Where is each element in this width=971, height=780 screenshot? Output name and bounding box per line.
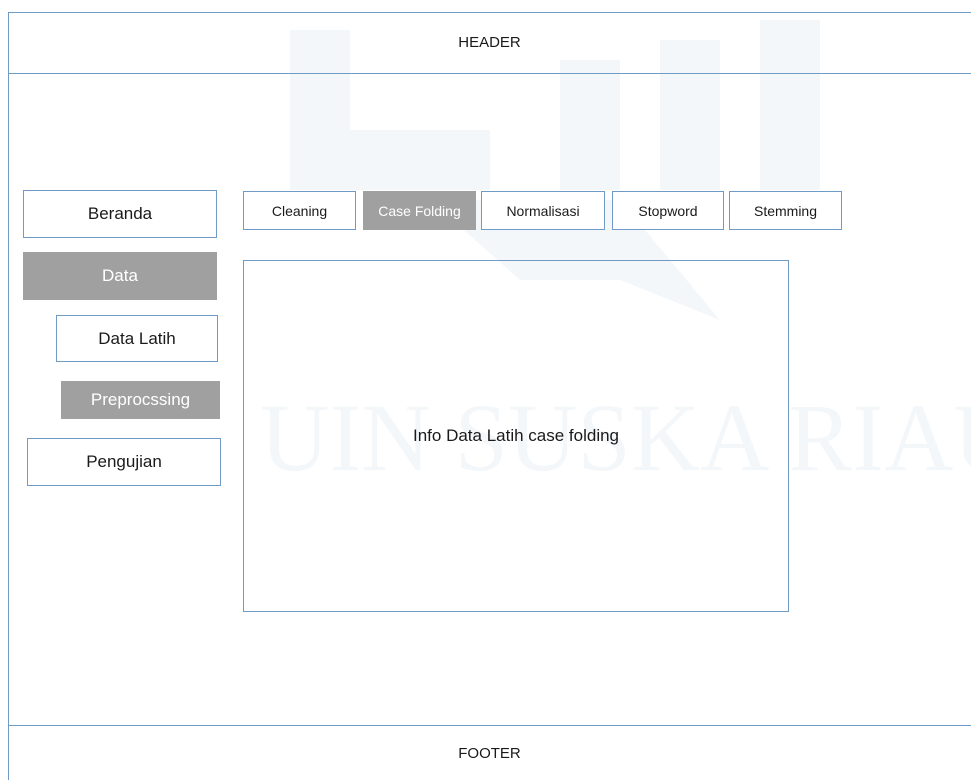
sidebar-item-data-latih[interactable]: Data Latih xyxy=(56,315,218,362)
sidebar-item-label: Data xyxy=(102,266,138,285)
sidebar-item-label: Preprocssing xyxy=(90,390,191,409)
sidebar-item-data[interactable]: Data xyxy=(23,252,217,300)
tab-cleaning[interactable]: Cleaning xyxy=(243,191,356,230)
footer-label: FOOTER xyxy=(458,744,521,762)
sidebar-item-label: Data Latih xyxy=(98,328,176,348)
tab-label: Case Folding xyxy=(378,202,461,219)
tab-stemming[interactable]: Stemming xyxy=(729,191,842,230)
sidebar-item-label: Pengujian xyxy=(86,452,162,471)
header-label: HEADER xyxy=(458,34,521,51)
tab-label: Normalisasi xyxy=(506,202,580,219)
content-panel: Info Data Latih case folding xyxy=(243,260,789,612)
tab-label: Stemming xyxy=(753,202,818,219)
info-text: Info Data Latih case folding xyxy=(412,426,620,445)
sidebar-item-beranda[interactable]: Beranda xyxy=(23,190,217,238)
sidebar-item-label: Beranda xyxy=(87,204,153,223)
tab-case-folding[interactable]: Case Folding xyxy=(363,191,476,230)
tab-label: Stopword xyxy=(638,202,698,219)
tab-label: Cleaning xyxy=(271,202,328,219)
sidebar-item-preprocssing[interactable]: Preprocssing xyxy=(61,381,220,419)
footer: FOOTER xyxy=(8,725,971,780)
tab-normalisasi[interactable]: Normalisasi xyxy=(481,191,605,230)
sidebar-item-pengujian[interactable]: Pengujian xyxy=(27,438,221,486)
header: HEADER xyxy=(8,12,971,74)
tab-stopword[interactable]: Stopword xyxy=(612,191,724,230)
